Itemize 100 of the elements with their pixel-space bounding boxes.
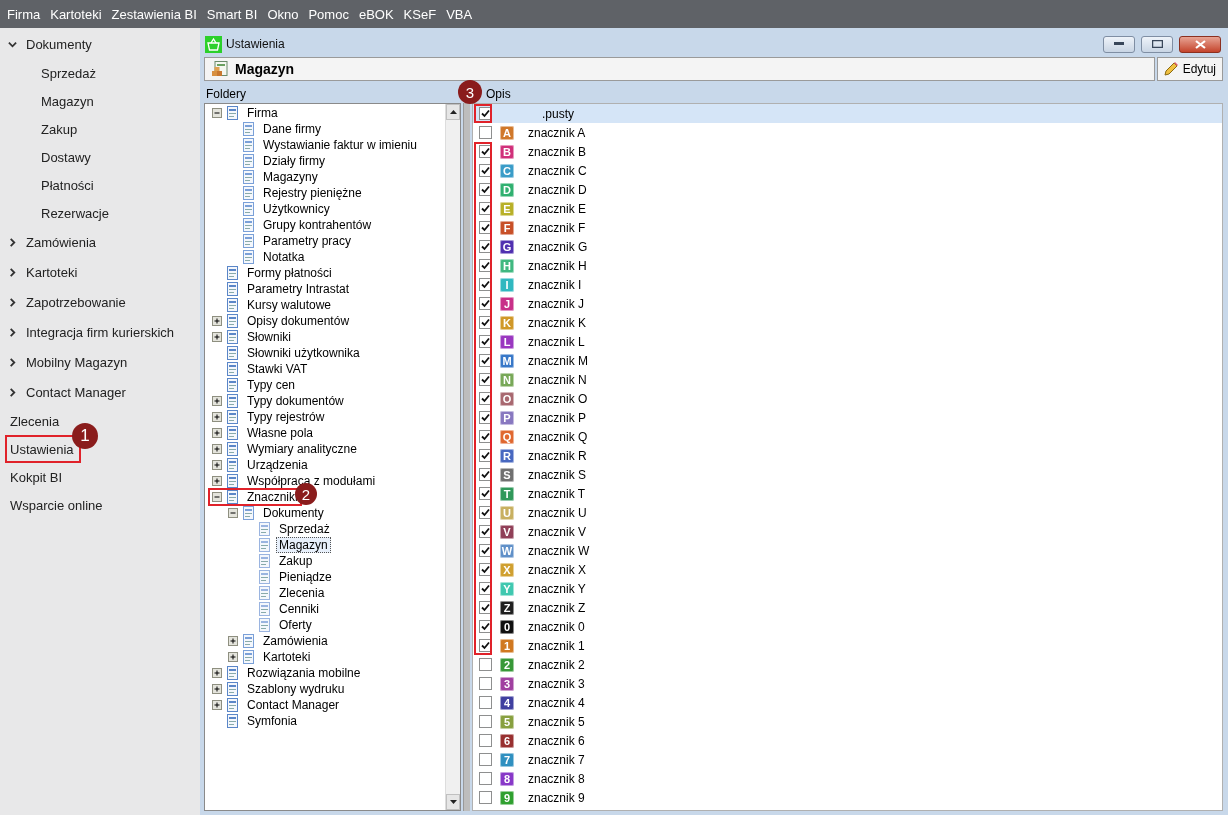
list-row[interactable]: 4 znacznik 4 — [473, 693, 1222, 712]
sidebar-group[interactable]: Zapotrzebowanie — [0, 287, 200, 317]
checkbox[interactable] — [479, 677, 492, 690]
checkbox[interactable] — [479, 658, 492, 671]
menu-item[interactable]: KSeF — [398, 6, 442, 22]
list-row[interactable]: Y znacznik Y — [473, 579, 1222, 598]
tree-item[interactable]: Opisy dokumentów — [244, 313, 353, 329]
tree-item[interactable]: Zamówienia — [260, 633, 331, 649]
tree-toggle[interactable] — [209, 473, 225, 489]
scrollbar[interactable] — [445, 104, 460, 810]
sidebar-group[interactable]: Contact Manager — [0, 377, 200, 407]
list-row[interactable]: H znacznik H — [473, 256, 1222, 275]
tree-item[interactable]: Kursy walutowe — [244, 297, 335, 313]
tree-toggle[interactable] — [209, 329, 225, 345]
scroll-down-button[interactable] — [446, 794, 460, 810]
list-row[interactable]: 8 znacznik 8 — [473, 769, 1222, 788]
sidebar-item[interactable]: Zakup — [0, 115, 200, 143]
list-row[interactable]: 0 znacznik 0 — [473, 617, 1222, 636]
tree-item[interactable]: Sprzedaż — [276, 521, 333, 537]
tree-item[interactable]: Typy cen — [244, 377, 299, 393]
list-row[interactable]: A znacznik A — [473, 123, 1222, 142]
tree-item[interactable]: Dane firmy — [260, 121, 324, 137]
sidebar-item[interactable]: Rezerwacje — [0, 199, 200, 227]
tree-item[interactable]: Stawki VAT — [244, 361, 311, 377]
tree-item[interactable]: Działy firmy — [260, 153, 328, 169]
menu-item[interactable]: Zestawienia BI — [106, 6, 202, 22]
menu-item[interactable]: Firma — [2, 6, 46, 22]
tree-toggle[interactable] — [225, 633, 241, 649]
list-row[interactable]: .pusty — [473, 104, 1222, 123]
checkbox[interactable] — [479, 772, 492, 785]
list-row[interactable]: U znacznik U — [473, 503, 1222, 522]
tree-item[interactable]: Grupy kontrahentów — [260, 217, 375, 233]
checkbox[interactable] — [479, 715, 492, 728]
tree-item[interactable]: Rozwiązania mobilne — [244, 665, 364, 681]
list-row[interactable]: W znacznik W — [473, 541, 1222, 560]
tree-item[interactable]: Typy dokumentów — [244, 393, 347, 409]
list-row[interactable]: L znacznik L — [473, 332, 1222, 351]
list-row[interactable]: B znacznik B — [473, 142, 1222, 161]
tree-item[interactable]: Własne pola — [244, 425, 317, 441]
tree-item[interactable]: Słowniki użytkownika — [244, 345, 363, 361]
list-row[interactable]: 5 znacznik 5 — [473, 712, 1222, 731]
sidebar-item[interactable]: Magazyn — [0, 87, 200, 115]
list-row[interactable]: N znacznik N — [473, 370, 1222, 389]
sidebar-group[interactable]: Kartoteki — [0, 257, 200, 287]
tree-toggle[interactable] — [225, 649, 241, 665]
checkbox[interactable] — [479, 126, 492, 139]
list-row[interactable]: F znacznik F — [473, 218, 1222, 237]
list-row[interactable]: 3 znacznik 3 — [473, 674, 1222, 693]
list-row[interactable]: T znacznik T — [473, 484, 1222, 503]
sidebar-item[interactable]: Dostawy — [0, 143, 200, 171]
list-row[interactable]: D znacznik D — [473, 180, 1222, 199]
sidebar-group[interactable]: Mobilny Magazyn — [0, 347, 200, 377]
tree-toggle[interactable] — [209, 665, 225, 681]
menu-item[interactable]: VBA — [441, 6, 478, 22]
tree-item[interactable]: Słowniki — [244, 329, 294, 345]
sidebar-group[interactable]: Integracja firm kurierskich — [0, 317, 200, 347]
tree-item[interactable]: Oferty — [276, 617, 315, 633]
tree-item[interactable]: Użytkownicy — [260, 201, 333, 217]
list-row[interactable]: K znacznik K — [473, 313, 1222, 332]
tree-toggle[interactable] — [209, 681, 225, 697]
list-row[interactable]: 1 znacznik 1 — [473, 636, 1222, 655]
tree-item[interactable]: Dokumenty — [260, 505, 327, 521]
tree-toggle[interactable] — [209, 313, 225, 329]
edit-button[interactable]: Edytuj — [1156, 57, 1223, 81]
tree-item[interactable]: Cenniki — [276, 601, 323, 617]
checkbox[interactable] — [479, 791, 492, 804]
list-row[interactable]: C znacznik C — [473, 161, 1222, 180]
checkbox[interactable] — [479, 734, 492, 747]
close-button[interactable] — [1179, 35, 1221, 53]
tree-item[interactable]: Wystawianie faktur w imieniu — [260, 137, 420, 153]
sidebar-item[interactable]: Wsparcie online — [6, 492, 109, 518]
menu-item[interactable]: Smart BI — [201, 6, 263, 22]
tree-item[interactable]: Formy płatności — [244, 265, 335, 281]
list-row[interactable]: I znacznik I — [473, 275, 1222, 294]
list-row[interactable]: G znacznik G — [473, 237, 1222, 256]
tree-item[interactable]: Zakup — [276, 553, 316, 569]
sidebar-item[interactable]: Kokpit BI — [6, 464, 69, 490]
list-row[interactable]: O znacznik O — [473, 389, 1222, 408]
scroll-up-button[interactable] — [446, 104, 460, 120]
minimize-button[interactable] — [1103, 35, 1135, 53]
tree-item[interactable]: Urządzenia — [244, 457, 311, 473]
sidebar-group[interactable]: Zamówienia — [0, 227, 200, 257]
tree-item[interactable]: Parametry pracy — [260, 233, 355, 249]
list-row[interactable]: X znacznik X — [473, 560, 1222, 579]
menu-item[interactable]: eBOK — [353, 6, 399, 22]
sidebar-group[interactable]: Dokumenty — [0, 29, 200, 59]
tree-toggle[interactable] — [225, 505, 241, 521]
tree-item[interactable]: Notatka — [260, 249, 308, 265]
list-row[interactable]: S znacznik S — [473, 465, 1222, 484]
tree-toggle[interactable] — [209, 409, 225, 425]
list-row[interactable]: M znacznik M — [473, 351, 1222, 370]
tree-toggle[interactable] — [209, 457, 225, 473]
tree-item[interactable]: Magazyn — [276, 537, 331, 553]
tree-item[interactable]: Zlecenia — [276, 585, 328, 601]
sidebar-item[interactable]: Płatności — [0, 171, 200, 199]
maximize-button[interactable] — [1141, 35, 1173, 53]
tree-item[interactable]: Magazyny — [260, 169, 321, 185]
list-row[interactable]: 2 znacznik 2 — [473, 655, 1222, 674]
list-row[interactable]: Q znacznik Q — [473, 427, 1222, 446]
tree-item[interactable]: Contact Manager — [244, 697, 343, 713]
